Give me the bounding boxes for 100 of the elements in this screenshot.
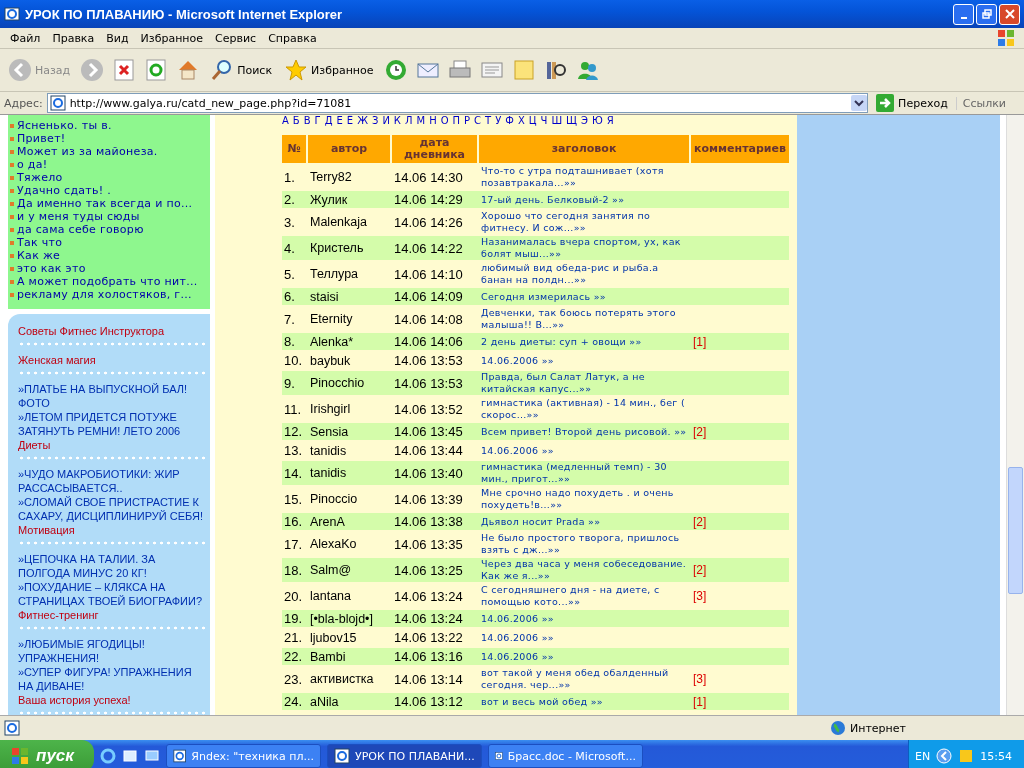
mail-icon[interactable] bbox=[121, 748, 138, 764]
letter-link[interactable]: Щ bbox=[566, 115, 578, 127]
menu-item[interactable]: Файл bbox=[4, 31, 47, 45]
letter-link[interactable]: А bbox=[282, 115, 289, 127]
letter-link[interactable]: Б bbox=[292, 115, 300, 127]
post-title-link[interactable]: вот такой у меня обед обалденный сегодня. чер...»» bbox=[481, 667, 689, 691]
letter-link[interactable]: Ж bbox=[357, 115, 368, 127]
post-link[interactable]: Привет! bbox=[17, 132, 66, 145]
post-title-link[interactable]: Что-то с утра подташнивает (хотя позавтракала...»» bbox=[481, 165, 689, 189]
letter-link[interactable]: Е bbox=[336, 115, 343, 127]
post-link[interactable]: Как же bbox=[17, 249, 61, 262]
post-link[interactable]: Может из за майонеза. bbox=[17, 145, 158, 158]
letter-link[interactable]: Ё bbox=[346, 115, 354, 127]
post-link[interactable]: Тяжело bbox=[17, 171, 63, 184]
post-title-link[interactable]: Дьявол носит Prada »» bbox=[481, 515, 689, 528]
close-button[interactable] bbox=[999, 3, 1020, 25]
post-title-link[interactable]: 17-ый день. Белковый-2 »» bbox=[481, 193, 689, 206]
letter-link[interactable]: Ч bbox=[540, 115, 548, 127]
letter-link[interactable]: К bbox=[393, 115, 401, 127]
letter-link[interactable]: У bbox=[495, 115, 502, 127]
chevron-icon[interactable] bbox=[936, 748, 953, 764]
letter-link[interactable]: Х bbox=[517, 115, 525, 127]
history-icon[interactable] bbox=[383, 58, 408, 82]
comments-link[interactable]: [3] bbox=[693, 589, 707, 603]
section-heading[interactable]: Советы Фитнес Инструктора bbox=[18, 324, 208, 338]
post-title-link[interactable]: Назанималась вчера спортом, ух, как болят мыш...»» bbox=[481, 236, 689, 260]
section-heading[interactable]: Диеты bbox=[18, 438, 208, 452]
comments-link[interactable]: [2] bbox=[693, 424, 707, 439]
comments-link[interactable]: [2] bbox=[693, 514, 707, 529]
post-link[interactable]: о да! bbox=[17, 158, 48, 171]
post-link[interactable]: Так что bbox=[17, 236, 63, 249]
post-link[interactable]: это как это bbox=[17, 262, 86, 275]
article-link[interactable]: »ЦЕПОЧКА НА ТАЛИИ. ЗА ПОЛГОДА МИНУС 20 КГ! bbox=[18, 552, 208, 580]
dropdown-icon[interactable] bbox=[851, 95, 868, 111]
post-title-link[interactable]: 14.06.2006 »» bbox=[481, 650, 689, 663]
comments-link[interactable]: [3] bbox=[693, 672, 707, 686]
post-link[interactable]: рекламу для холостяков, г... bbox=[17, 288, 192, 301]
article-link[interactable]: »ПЛАТЬЕ НА ВЫПУСКНОЙ БАЛ! ФОТО bbox=[18, 382, 208, 410]
letter-link[interactable]: Ф bbox=[505, 115, 514, 127]
tray-icon[interactable] bbox=[958, 748, 975, 764]
post-title-link[interactable]: 14.06.2006 »» bbox=[481, 444, 689, 457]
letter-link[interactable]: С bbox=[474, 115, 482, 127]
favorites-button[interactable]: Избранное bbox=[282, 58, 376, 82]
letter-link[interactable]: Д bbox=[324, 115, 333, 127]
comments-link[interactable]: [1] bbox=[693, 694, 707, 709]
letter-link[interactable]: Н bbox=[429, 115, 437, 127]
address-field[interactable]: http://www.galya.ru/catd_new_page.php?id=71081 bbox=[46, 93, 869, 113]
comments-link[interactable]: [2] bbox=[693, 563, 707, 577]
section-heading[interactable]: Ваша история успеха! bbox=[18, 693, 208, 707]
letter-link[interactable]: И bbox=[382, 115, 390, 127]
taskbar-button[interactable]: УРОК ПО ПЛАВАНИ... bbox=[326, 744, 482, 768]
letter-link[interactable]: Э bbox=[581, 115, 588, 127]
post-title-link[interactable]: 14.06.2006 »» bbox=[481, 354, 689, 367]
section-heading[interactable]: Мотивация bbox=[18, 523, 208, 537]
post-title-link[interactable]: гимнастика (активная) - 14 мин., бег ( скорос...»» bbox=[481, 397, 689, 421]
letter-link[interactable]: З bbox=[371, 115, 379, 127]
post-link[interactable]: Ясненько. ты в. bbox=[17, 119, 112, 132]
post-title-link[interactable]: Сегодня измерилась »» bbox=[481, 290, 689, 303]
post-link[interactable]: и у меня туды сюды bbox=[17, 210, 140, 223]
links-button[interactable]: Ссылки bbox=[955, 96, 1020, 110]
maximize-button[interactable] bbox=[976, 3, 997, 25]
post-title-link[interactable]: Мне срочно надо похудеть . и очень похудеть!в...»» bbox=[481, 487, 689, 511]
taskbar-button[interactable]: Яndex: "техника пл... bbox=[165, 744, 321, 768]
post-title-link[interactable]: С сегодняшнего дня - на диете, с помощью кото...»» bbox=[481, 584, 689, 608]
letter-link[interactable]: Р bbox=[464, 115, 471, 127]
scrollbar[interactable] bbox=[1006, 115, 1024, 715]
post-title-link[interactable]: 2 день диеты: суп + овощи »» bbox=[481, 335, 689, 348]
article-link[interactable]: »ПОХУДАНИЕ – КЛЯКСА НА СТРАНИЦАХ ТВОЕЙ БИОГРАФИИ? bbox=[18, 580, 208, 608]
section-heading[interactable]: Женская магия bbox=[18, 353, 208, 367]
letter-link[interactable]: Я bbox=[606, 115, 614, 127]
refresh-icon[interactable] bbox=[144, 58, 169, 82]
post-title-link[interactable]: любимый вид обеда-рис и рыба.а банан на полдн...»» bbox=[481, 262, 689, 286]
menu-item[interactable]: Правка bbox=[46, 31, 101, 45]
letter-link[interactable]: П bbox=[452, 115, 461, 127]
section-heading[interactable]: Фитнес-тренинг bbox=[18, 608, 208, 622]
search-button[interactable]: Поиск bbox=[208, 58, 275, 82]
letter-link[interactable]: Ш bbox=[551, 115, 563, 127]
post-title-link[interactable]: Правда, был Салат Латук, а не китайская капус...»» bbox=[481, 371, 689, 395]
comments-link[interactable]: [1] bbox=[693, 334, 707, 349]
article-link[interactable]: »СЛОМАЙ СВОЕ ПРИСТРАСТИЕ К САХАРУ, ДИСЦИПЛИНИРУЙ СЕБЯ! bbox=[18, 495, 208, 523]
stop-icon[interactable] bbox=[112, 58, 137, 82]
menu-item[interactable]: Справка bbox=[262, 31, 323, 45]
post-title-link[interactable]: Всем привет! Второй день рисовой. »» bbox=[481, 425, 689, 438]
article-link[interactable]: »ЛЕТОМ ПРИДЕТСЯ ПОТУЖЕ ЗАТЯНУТЬ РЕМНИ! ЛЕТО 2006 bbox=[18, 410, 208, 438]
letter-link[interactable]: Л bbox=[404, 115, 413, 127]
letter-link[interactable]: О bbox=[440, 115, 449, 127]
post-title-link[interactable]: Девченки, так боюсь потерять этого малыша!! В...»» bbox=[481, 307, 689, 331]
post-title-link[interactable]: 14.06.2006 »» bbox=[481, 631, 689, 644]
letter-link[interactable]: Ю bbox=[592, 115, 603, 127]
post-title-link[interactable]: 14.06.2006 »» bbox=[481, 612, 689, 625]
post-link[interactable]: да сама себе говорю bbox=[17, 223, 144, 236]
post-link[interactable]: А может подобрать что нит... bbox=[17, 275, 198, 288]
article-link[interactable]: »СУПЕР ФИГУРА! УПРАЖНЕНИЯ НА ДИВАНЕ! bbox=[18, 665, 208, 693]
article-link[interactable]: »ЧУДО МАКРОБИОТИКИ: ЖИР РАССАСЫВАЕТСЯ.. bbox=[18, 467, 208, 495]
scroll-thumb[interactable] bbox=[1008, 467, 1023, 594]
browser-icon[interactable] bbox=[99, 748, 116, 764]
menu-item[interactable]: Сервис bbox=[209, 31, 263, 45]
post-title-link[interactable]: Через два часа у меня собеседование. Как же я...»» bbox=[481, 558, 689, 582]
post-link[interactable]: Да именно так всегда и по... bbox=[17, 197, 193, 210]
letter-link[interactable]: Т bbox=[485, 115, 492, 127]
